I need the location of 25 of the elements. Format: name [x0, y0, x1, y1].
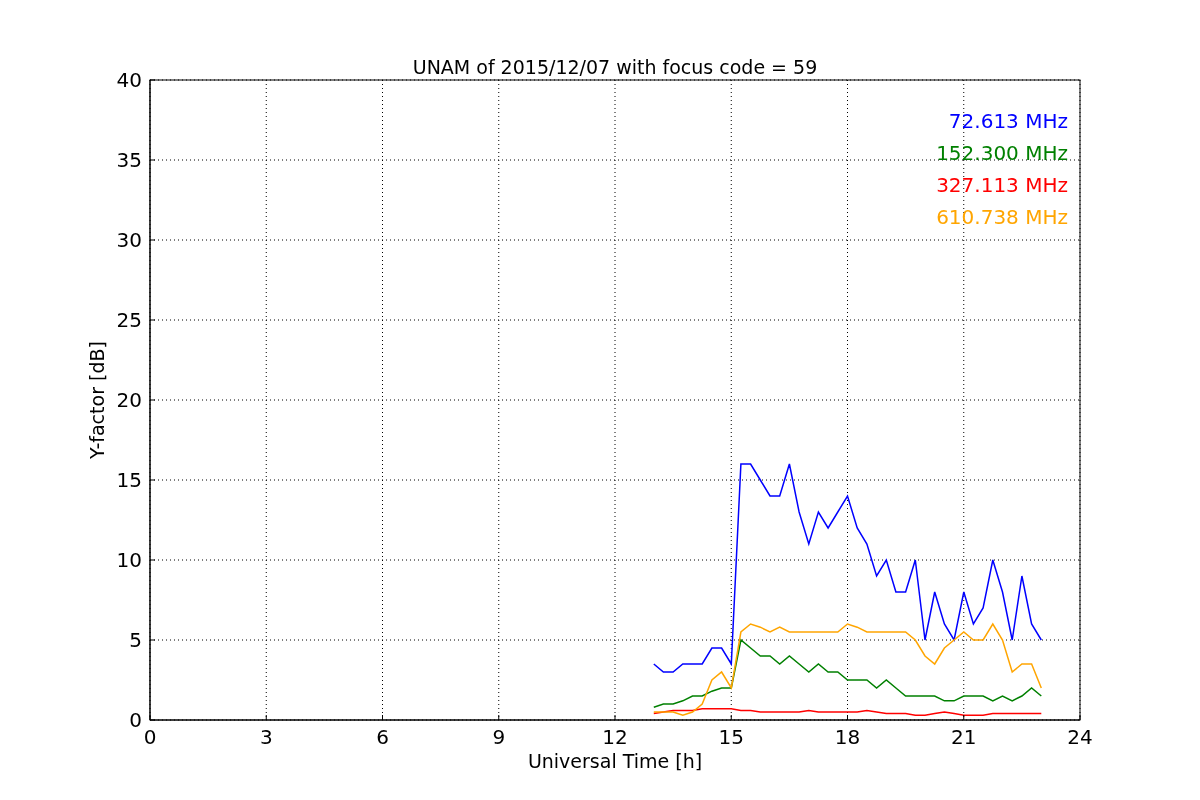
- tick-label: 35: [116, 148, 142, 172]
- tick-label: 18: [834, 725, 861, 749]
- legend-label: 152.300 MHz: [936, 141, 1068, 165]
- tick-label: 20: [116, 388, 142, 412]
- legend-label: 327.113 MHz: [936, 173, 1068, 197]
- tick-label: 10: [116, 548, 142, 572]
- tick-label: 5: [129, 628, 142, 652]
- tick-label: 12: [602, 725, 628, 749]
- chart-title: UNAM of 2015/12/07 with focus code = 59: [412, 56, 818, 78]
- axis-label: Universal Time [h]: [527, 750, 703, 772]
- tick-label: 6: [376, 725, 389, 749]
- legend-label: 72.613 MHz: [948, 109, 1068, 133]
- tick-label: 21: [951, 725, 977, 749]
- tick-label: 30: [116, 228, 142, 252]
- tick-label: 25: [116, 308, 142, 332]
- tick-label: 9: [492, 725, 506, 749]
- tick-label: 0: [143, 725, 157, 749]
- axis-label: Y-factor [dB]: [86, 341, 108, 459]
- tick-label: 0: [129, 708, 142, 732]
- tick-label: 15: [718, 725, 744, 749]
- tick-label: 24: [1067, 725, 1093, 749]
- tick-label: 3: [259, 725, 273, 749]
- tick-label: 15: [116, 468, 142, 492]
- legend-label: 610.738 MHz: [936, 205, 1068, 229]
- tick-label: 40: [116, 68, 142, 92]
